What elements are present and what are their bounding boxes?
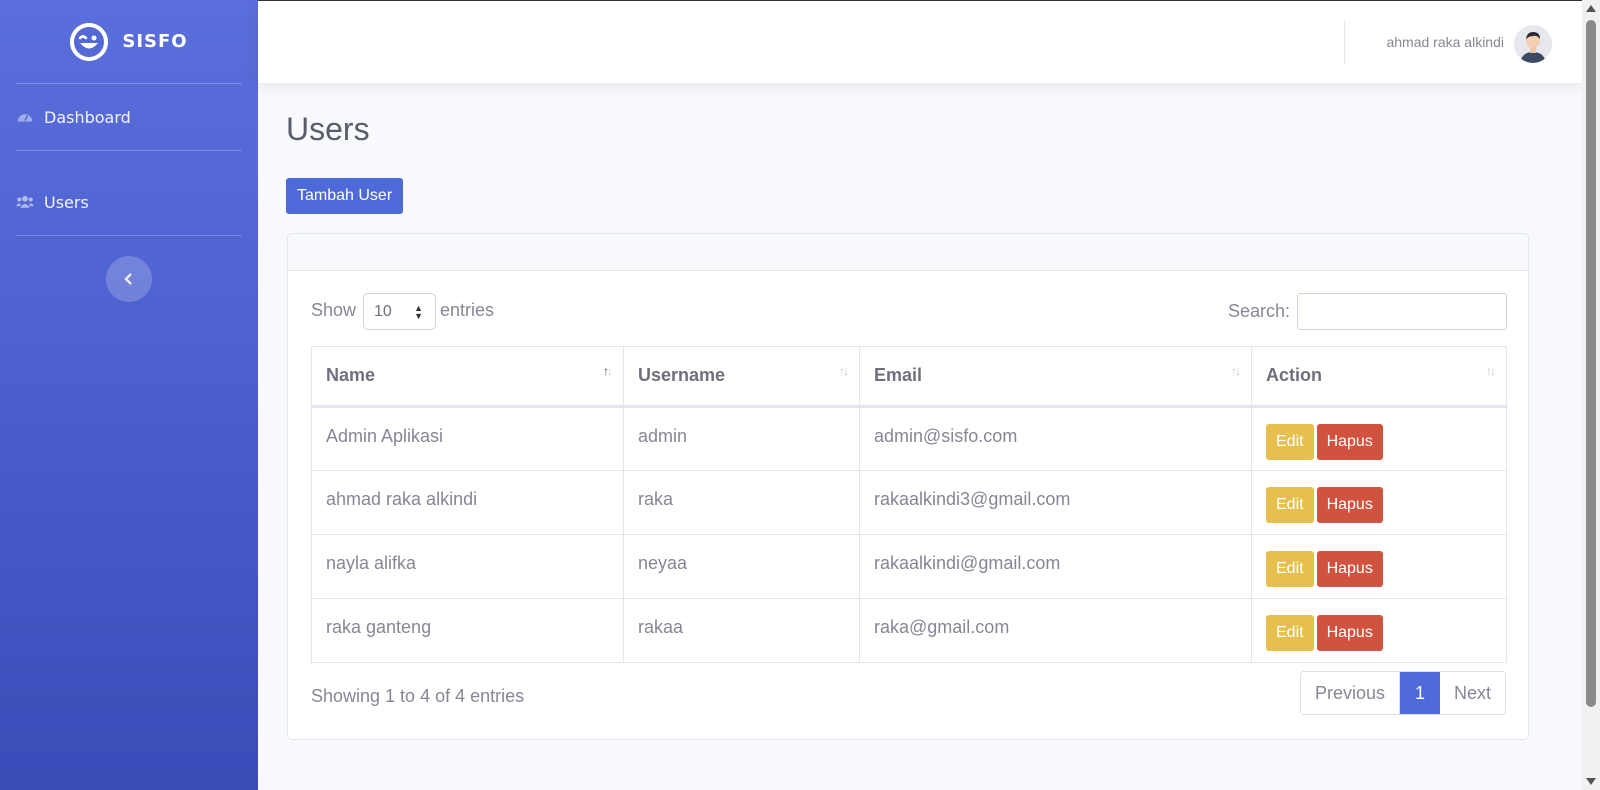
cell-action: Edit Hapus <box>1251 598 1507 663</box>
cell-action: Edit Hapus <box>1251 470 1507 535</box>
chevron-left-icon <box>124 273 132 285</box>
brand[interactable]: SISFO <box>0 0 258 83</box>
cell-name: nayla alifka <box>311 534 624 599</box>
table-row: raka ganteng rakaa raka@gmail.com Edit Ha… <box>311 598 1507 663</box>
scroll-up-icon[interactable] <box>1586 5 1596 12</box>
sidebar-item-label: Dashboard <box>44 107 131 127</box>
scrollbar-thumb[interactable] <box>1586 20 1596 707</box>
cell-email: rakaalkindi@gmail.com <box>859 534 1252 599</box>
users-table: Name ↑↓ Username ↑↓ Email ↑↓ Action ↑↓ A… <box>311 346 1507 663</box>
cell-email: admin@sisfo.com <box>859 406 1252 471</box>
brand-name: SISFO <box>122 31 188 52</box>
page-title: Users <box>286 111 370 147</box>
column-header-username[interactable]: Username ↑↓ <box>623 346 860 408</box>
cell-username: admin <box>623 406 860 471</box>
table-row: nayla alifka neyaa rakaalkindi@gmail.com… <box>311 534 1507 599</box>
sidebar-toggle-button[interactable] <box>106 256 152 302</box>
entries-length-select[interactable]: 10 ▲ ▼ <box>363 293 436 330</box>
cell-name: Admin Aplikasi <box>311 406 624 471</box>
show-label: Show <box>311 300 357 320</box>
users-icon <box>16 195 34 208</box>
cell-action: Edit Hapus <box>1251 534 1507 599</box>
select-arrows-icon: ▲ ▼ <box>414 303 423 321</box>
search-input[interactable] <box>1297 293 1507 330</box>
sort-icon: ↑↓ <box>1231 364 1241 378</box>
cell-name: raka ganteng <box>311 598 624 663</box>
table-info: Showing 1 to 4 of 4 entries <box>311 686 525 706</box>
edit-button[interactable]: Edit <box>1266 424 1314 460</box>
page-button-1[interactable]: 1 <box>1399 672 1440 714</box>
table-row: ahmad raka alkindi raka rakaalkindi3@gma… <box>311 470 1507 535</box>
cell-username: neyaa <box>623 534 860 599</box>
cell-email: rakaalkindi3@gmail.com <box>859 470 1252 535</box>
delete-button[interactable]: Hapus <box>1316 551 1383 587</box>
column-header-name[interactable]: Name ↑↓ <box>311 346 624 408</box>
cell-username: rakaa <box>623 598 860 663</box>
tachometer-icon <box>17 114 33 122</box>
edit-button[interactable]: Edit <box>1266 615 1314 651</box>
table-row: Admin Aplikasi admin admin@sisfo.com Edi… <box>311 406 1507 471</box>
avatar[interactable] <box>1514 25 1552 63</box>
entries-label: entries <box>440 300 495 320</box>
sidebar-item-dashboard[interactable]: Dashboard <box>0 84 258 150</box>
pagination: Previous 1 Next <box>1299 671 1506 715</box>
user-name[interactable]: ahmad raka alkindi <box>1386 34 1504 50</box>
users-card: Show 10 ▲ ▼ entries Search: Name ↑↓ Usern… <box>287 233 1529 740</box>
cell-username: raka <box>623 470 860 535</box>
sidebar-item-users[interactable]: Users <box>0 169 258 235</box>
cell-name: ahmad raka alkindi <box>311 470 624 535</box>
card-header <box>288 234 1528 271</box>
sort-icon: ↑↓ <box>603 364 613 378</box>
column-header-email[interactable]: Email ↑↓ <box>859 346 1252 408</box>
add-user-button[interactable]: Tambah User <box>286 178 404 214</box>
sort-icon: ↑↓ <box>1486 364 1496 378</box>
next-page-button[interactable]: Next <box>1439 672 1505 714</box>
delete-button[interactable]: Hapus <box>1316 615 1383 651</box>
delete-button[interactable]: Hapus <box>1316 424 1383 460</box>
sidebar: SISFO Dashboard Users <box>0 0 258 790</box>
delete-button[interactable]: Hapus <box>1316 487 1383 523</box>
scroll-down-icon[interactable] <box>1586 778 1596 785</box>
laugh-wink-icon <box>70 22 109 61</box>
sidebar-item-label: Users <box>44 192 89 212</box>
column-header-action[interactable]: Action ↑↓ <box>1251 346 1507 408</box>
datatable-controls: Show 10 ▲ ▼ entries Search: <box>311 293 1507 330</box>
edit-button[interactable]: Edit <box>1266 487 1314 523</box>
scrollbar[interactable] <box>1582 0 1600 790</box>
cell-action: Edit Hapus <box>1251 406 1507 471</box>
topbar: ahmad raka alkindi <box>258 0 1582 83</box>
cell-email: raka@gmail.com <box>859 598 1252 663</box>
previous-page-button[interactable]: Previous <box>1300 672 1400 714</box>
topbar-divider <box>1344 21 1345 64</box>
sort-icon: ↑↓ <box>839 364 849 378</box>
search-label: Search: <box>1227 301 1290 321</box>
entries-length-value: 10 <box>374 303 392 320</box>
edit-button[interactable]: Edit <box>1266 551 1314 587</box>
main-content: Users Tambah User Show 10 ▲ ▼ entries Sea… <box>258 83 1582 790</box>
